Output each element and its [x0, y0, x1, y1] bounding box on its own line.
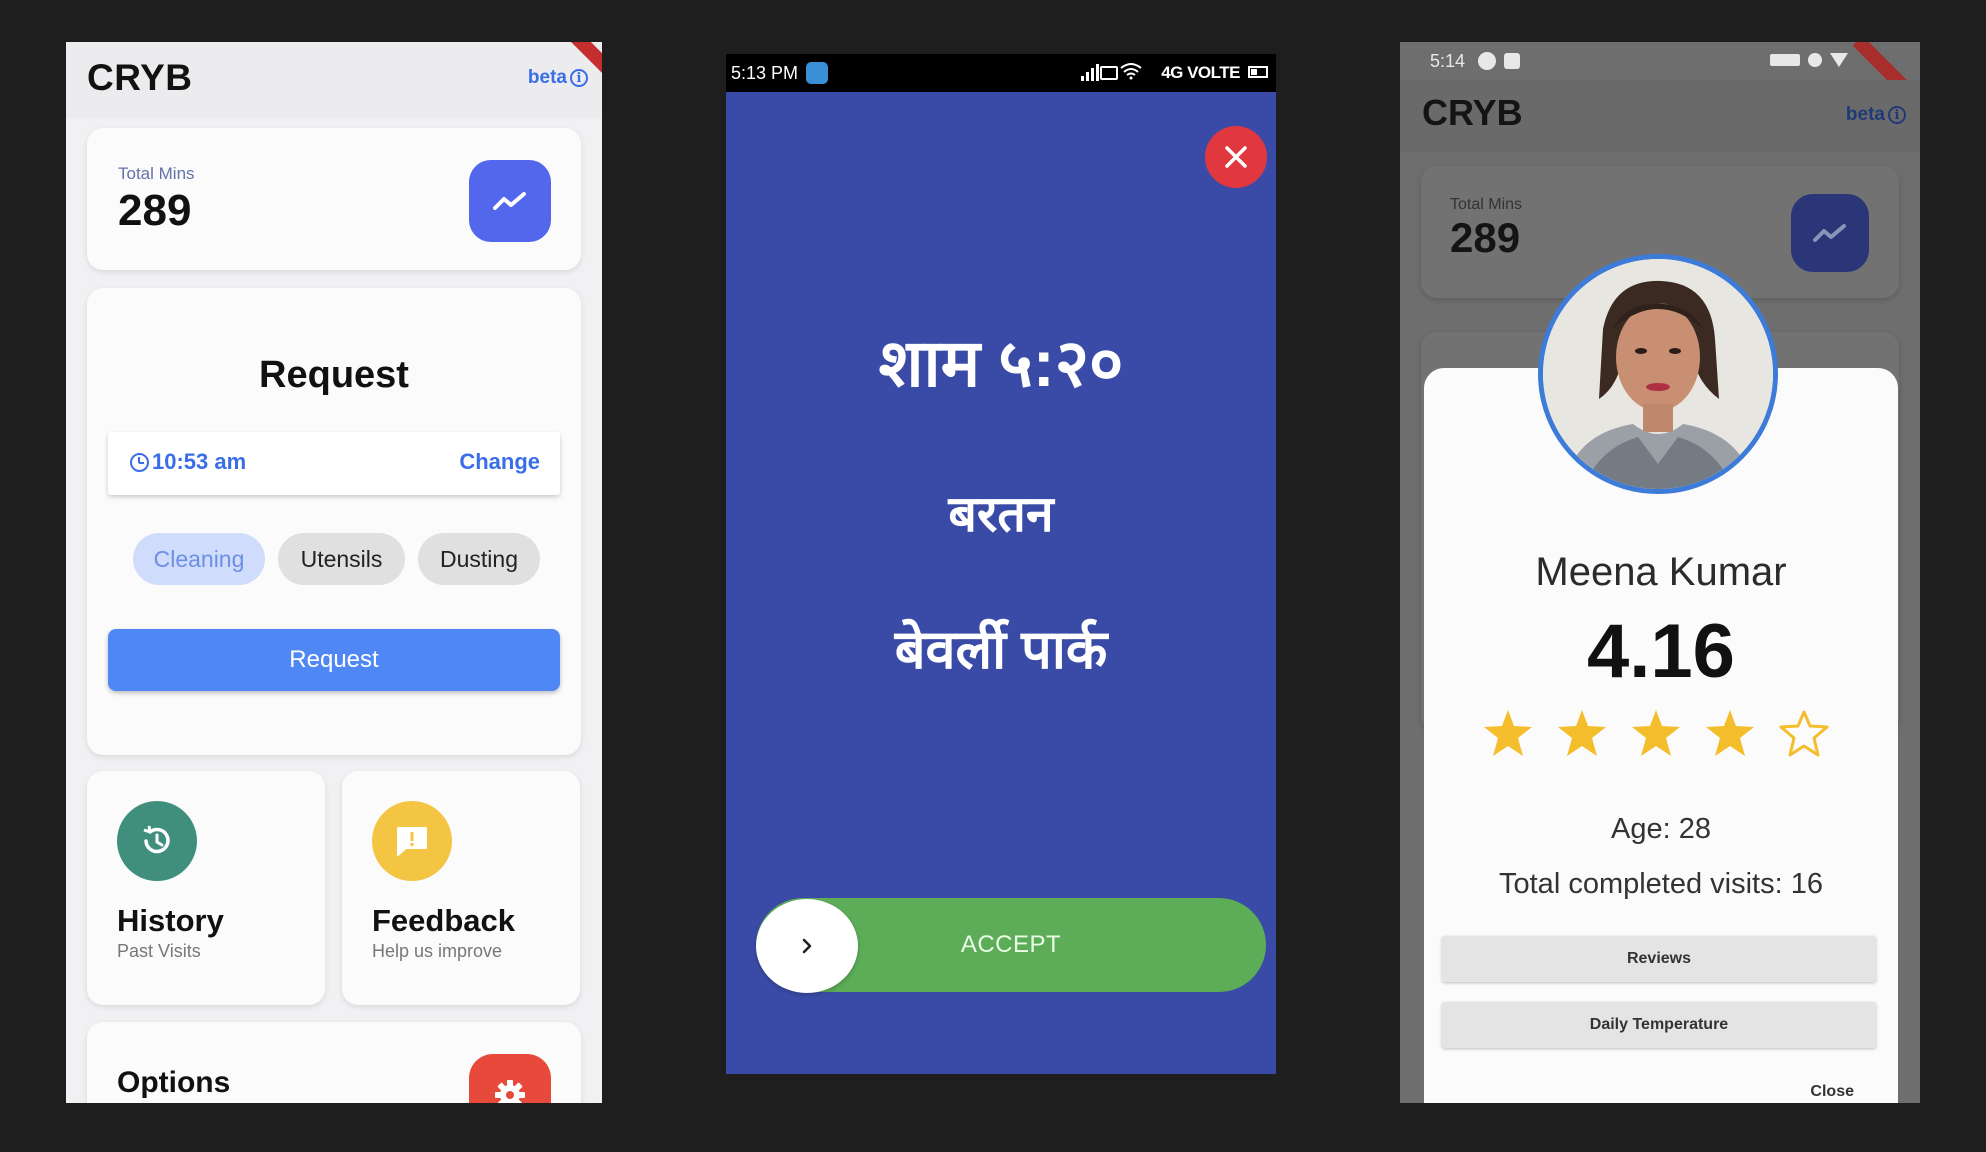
app-notification-icon: [806, 62, 828, 84]
options-title: Options: [117, 1066, 231, 1099]
battery-icon: [1248, 66, 1268, 78]
profile-visits: Total completed visits: 16: [1499, 868, 1823, 900]
wifi-icon: [1830, 53, 1848, 67]
cast-icon: [1100, 66, 1118, 80]
gear-icon: [495, 1080, 525, 1103]
total-mins-value: 289: [118, 186, 192, 235]
daily-temperature-button[interactable]: Daily Temperature: [1442, 1002, 1876, 1048]
profile-rating: 4.16: [1587, 609, 1735, 694]
total-mins-value: 289: [1450, 214, 1521, 261]
feedback-title: Feedback: [372, 903, 516, 938]
trend-button: [1791, 194, 1869, 272]
notification-icon: [1504, 53, 1520, 69]
screen-profile-dialog: 5:14 CRYB beta i Total Mins 289 Meena Ku…: [1400, 42, 1920, 1103]
status-time: 5:14: [1430, 51, 1466, 71]
total-mins-card: Total Mins 289: [87, 128, 581, 270]
history-card[interactable]: History Past Visits: [87, 771, 325, 1005]
star-outline-icon: [1779, 710, 1829, 757]
profile-photo: [1543, 259, 1773, 489]
time-text: 10:53 am: [152, 449, 247, 474]
reviews-button[interactable]: Reviews: [1442, 936, 1876, 982]
chip-cleaning[interactable]: Cleaning: [133, 533, 265, 585]
history-subtitle: Past Visits: [117, 941, 201, 961]
close-button[interactable]: [1205, 126, 1267, 188]
chevron-right-icon: [802, 938, 812, 954]
chip-utensils[interactable]: Utensils: [278, 533, 405, 585]
status-time: 5:13 PM: [731, 63, 799, 83]
star-filled-icon: [1706, 710, 1754, 756]
dnd-icon: [1808, 53, 1822, 67]
status-bar: 5:13 PM 4G VOLTE: [726, 54, 1276, 92]
network-label: 4G VOLTE: [1161, 63, 1240, 82]
app-bar: CRYB beta i: [1400, 80, 1920, 152]
notification-icon: [1478, 52, 1496, 70]
battery-icon: [1770, 54, 1800, 66]
wifi-icon: [1120, 63, 1142, 80]
time-picker-row: 10:53 am Change: [108, 432, 560, 495]
info-icon: i: [570, 69, 588, 87]
accept-slider-handle[interactable]: [756, 899, 858, 993]
star-filled-icon: [1632, 710, 1680, 756]
rating-stars: [1482, 708, 1830, 758]
app-bar: CRYB beta i: [66, 42, 602, 118]
trend-button[interactable]: [469, 160, 551, 242]
clock-icon: [130, 452, 149, 472]
time-value: 10:53 am: [130, 449, 246, 475]
request-place-text: बेवर्ली पार्क: [894, 620, 1108, 680]
status-bar: 5:14: [1400, 42, 1920, 80]
history-title: History: [117, 903, 224, 938]
total-mins-label: Total Mins: [1450, 196, 1523, 213]
options-card[interactable]: Options: [87, 1022, 581, 1103]
feedback-subtitle: Help us improve: [372, 941, 503, 961]
total-mins-label: Total Mins: [118, 164, 195, 183]
profile-age: Age: 28: [1611, 813, 1711, 845]
beta-badge[interactable]: beta i: [528, 67, 588, 89]
app-title: CRYB: [1422, 92, 1523, 133]
feedback-icon: [372, 801, 452, 881]
beta-label: beta: [1845, 104, 1885, 125]
feedback-card[interactable]: Feedback Help us improve: [342, 771, 580, 1005]
request-card: Request 10:53 am Change Cleaning Utensil…: [87, 288, 581, 755]
profile-name: Meena Kumar: [1535, 550, 1787, 594]
profile-avatar: [1538, 254, 1778, 494]
request-time-text: शाम ५:२०: [878, 326, 1124, 400]
star-filled-icon: [1484, 710, 1532, 756]
beta-badge[interactable]: beta i: [1846, 104, 1906, 126]
trending-up-icon: [1813, 224, 1846, 242]
trending-up-icon: [493, 192, 526, 210]
info-icon: i: [1888, 106, 1906, 124]
screen-job-request: 5:13 PM 4G VOLTE शाम ५:२० बरतन बेवर्ली प…: [726, 54, 1276, 1074]
close-button[interactable]: Close: [1810, 1083, 1854, 1101]
change-time-button[interactable]: Change: [459, 449, 540, 475]
close-icon: [1225, 146, 1247, 168]
signal-icon: [1081, 64, 1099, 81]
app-title: CRYB: [87, 57, 193, 98]
history-icon: [117, 801, 197, 881]
screen-home: CRYB beta i Total Mins 289 Request 10:53…: [66, 42, 602, 1103]
beta-label: beta: [527, 67, 567, 88]
request-task-text: बरतन: [948, 486, 1054, 542]
request-title: Request: [259, 354, 409, 396]
options-button[interactable]: [469, 1054, 551, 1103]
star-filled-icon: [1558, 710, 1606, 756]
chip-dusting[interactable]: Dusting: [418, 533, 540, 585]
request-button[interactable]: Request: [108, 629, 560, 691]
